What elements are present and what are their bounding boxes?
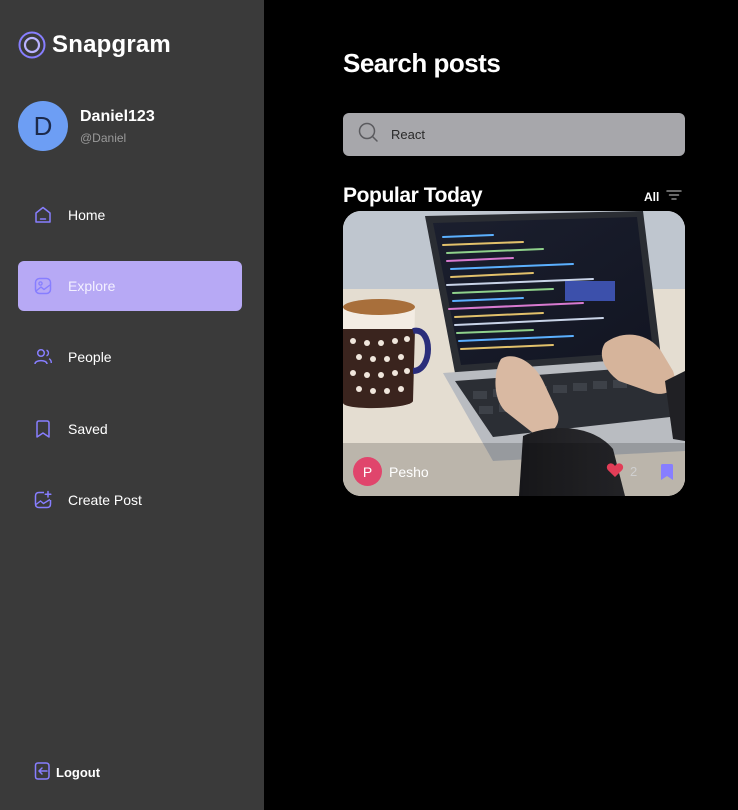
nav-label: Explore — [68, 278, 116, 294]
gallery-add-icon — [32, 489, 54, 511]
logout-icon — [32, 760, 54, 785]
logout-label: Logout — [56, 765, 101, 780]
sidebar: Snapgram D Daniel123 @Daniel Home Explor… — [0, 0, 264, 810]
filter-label: All — [644, 189, 660, 204]
bookmark-icon[interactable] — [659, 463, 675, 486]
bookmark-icon — [32, 418, 54, 440]
people-icon — [32, 346, 54, 368]
home-icon — [32, 204, 54, 226]
nav-item-saved[interactable]: Saved — [18, 404, 242, 454]
nav-label: People — [68, 349, 112, 365]
image-icon — [32, 275, 54, 297]
nav-item-people[interactable]: People — [18, 332, 242, 382]
filter-icon — [665, 188, 683, 205]
nav-item-home[interactable]: Home — [18, 190, 242, 240]
post-author[interactable]: P Pesho — [353, 457, 429, 486]
search-icon — [357, 121, 379, 148]
search-input[interactable] — [391, 127, 661, 142]
logout-button[interactable]: Logout — [32, 760, 100, 785]
nav-item-explore[interactable]: Explore — [18, 261, 242, 311]
nav-label: Saved — [68, 421, 108, 437]
heart-icon — [606, 462, 624, 481]
post-image — [343, 211, 685, 496]
post-card[interactable]: P Pesho 2 — [343, 211, 685, 496]
author-avatar: P — [353, 457, 382, 486]
app-logo[interactable]: Snapgram — [18, 31, 171, 59]
search-bar[interactable] — [343, 113, 685, 156]
like-button[interactable]: 2 — [606, 462, 637, 481]
filter-button[interactable]: All — [644, 188, 683, 205]
avatar: D — [18, 101, 68, 151]
app-name: Snapgram — [52, 31, 171, 58]
nav-item-create-post[interactable]: Create Post — [18, 475, 242, 525]
author-name: Pesho — [389, 463, 429, 480]
page-title: Search posts — [343, 48, 501, 78]
user-profile[interactable]: D Daniel123 @Daniel — [18, 101, 155, 151]
logo-icon — [18, 31, 46, 59]
like-count: 2 — [630, 464, 638, 479]
profile-name: Daniel123 — [80, 107, 155, 125]
main-content: Search posts Popular Today All — [264, 0, 738, 810]
section-title: Popular Today — [343, 184, 483, 207]
nav-label: Home — [68, 207, 106, 223]
profile-handle: @Daniel — [80, 130, 127, 145]
nav-label: Create Post — [68, 492, 142, 508]
